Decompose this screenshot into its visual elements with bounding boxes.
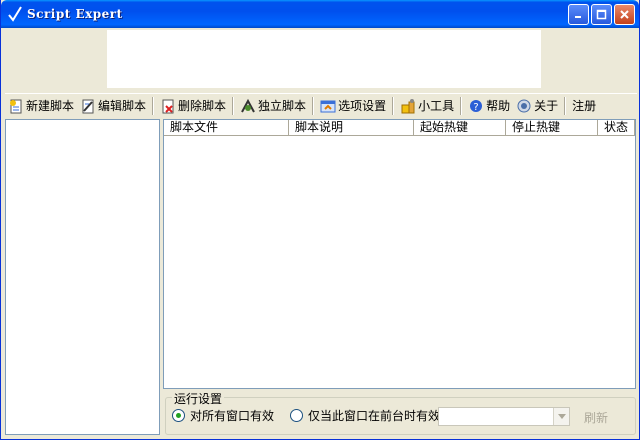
refresh-button[interactable]: 刷新 <box>584 409 608 426</box>
column-header-start-hotkey[interactable]: 起始热键 <box>414 120 506 136</box>
delete-script-label: 删除脚本 <box>178 99 227 113</box>
edit-script-button[interactable]: 编辑脚本 <box>77 95 149 117</box>
minimize-button[interactable] <box>568 4 589 25</box>
close-icon <box>620 10 629 19</box>
title-bar[interactable]: Script Expert <box>1 0 639 28</box>
toolbar-separator <box>392 96 395 115</box>
new-script-label: 新建脚本 <box>26 99 75 113</box>
toolbar-separator <box>152 96 155 115</box>
help-button[interactable]: ? 帮助 <box>465 95 513 117</box>
help-label: 帮助 <box>486 99 511 113</box>
options-label: 选项设置 <box>338 99 387 113</box>
chevron-down-icon <box>557 414 566 419</box>
column-header-script-file[interactable]: 脚本文件 <box>164 120 289 136</box>
radio-foreground-window[interactable] <box>290 409 304 422</box>
edit-script-label: 编辑脚本 <box>98 99 147 113</box>
options-icon <box>320 98 336 114</box>
about-button[interactable]: 关于 <box>513 95 561 117</box>
toolbar-separator <box>460 96 463 115</box>
maximize-icon <box>596 9 607 20</box>
register-button[interactable]: 注册 <box>569 95 599 117</box>
toolbar: 新建脚本 编辑脚本 删除脚本 独立脚本 选项设置 小工具 ? 帮助 关于 注册 <box>5 93 637 117</box>
tools-button[interactable]: 小工具 <box>397 95 457 117</box>
list-header: 脚本文件 脚本说明 起始热键 停止热键 状态 <box>164 120 635 136</box>
window-select-combo[interactable] <box>438 407 570 426</box>
tools-icon <box>400 98 416 114</box>
script-tree-pane[interactable] <box>5 119 160 435</box>
radio-all-windows-label[interactable]: 对所有窗口有效 <box>190 407 274 424</box>
banner-area <box>5 28 637 92</box>
toolbar-separator <box>564 96 567 115</box>
radio-foreground-window-label[interactable]: 仅当此窗口在前台时有效 <box>308 407 440 424</box>
banner <box>107 30 541 88</box>
tools-label: 小工具 <box>418 99 455 113</box>
script-list[interactable]: 脚本文件 脚本说明 起始热键 停止热键 状态 <box>163 119 636 389</box>
new-script-icon <box>8 98 24 114</box>
column-header-stop-hotkey[interactable]: 停止热键 <box>506 120 598 136</box>
toolbar-separator <box>312 96 315 115</box>
toolbar-separator <box>232 96 235 115</box>
radio-all-windows[interactable] <box>172 409 185 422</box>
column-header-status[interactable]: 状态 <box>598 120 635 136</box>
standalone-script-button[interactable]: 独立脚本 <box>237 95 309 117</box>
about-label: 关于 <box>534 99 559 113</box>
about-icon <box>516 98 532 114</box>
delete-script-icon <box>160 98 176 114</box>
standalone-script-icon <box>240 98 256 114</box>
delete-script-button[interactable]: 删除脚本 <box>157 95 229 117</box>
register-label: 注册 <box>572 99 597 113</box>
close-button[interactable] <box>614 4 635 25</box>
edit-script-icon <box>80 98 96 114</box>
column-header-description[interactable]: 脚本说明 <box>289 120 414 136</box>
options-button[interactable]: 选项设置 <box>317 95 389 117</box>
minimize-icon <box>575 16 581 18</box>
window-title: Script Expert <box>27 7 123 21</box>
checkmark-app-icon <box>7 6 23 22</box>
run-settings-group: 运行设置 对所有窗口有效 仅当此窗口在前台时有效 刷新 <box>165 390 636 435</box>
run-settings-legend: 运行设置 <box>172 390 225 407</box>
maximize-button[interactable] <box>591 4 612 25</box>
help-icon: ? <box>468 98 484 114</box>
combo-dropdown-button[interactable] <box>553 408 569 425</box>
new-script-button[interactable]: 新建脚本 <box>5 95 77 117</box>
svg-text:?: ? <box>473 102 478 113</box>
standalone-script-label: 独立脚本 <box>258 99 307 113</box>
radio-selected-dot <box>176 413 181 418</box>
app-window: Script Expert 新建脚本 编辑脚本 删除脚本 独立脚本 选项设置 小… <box>0 0 640 440</box>
